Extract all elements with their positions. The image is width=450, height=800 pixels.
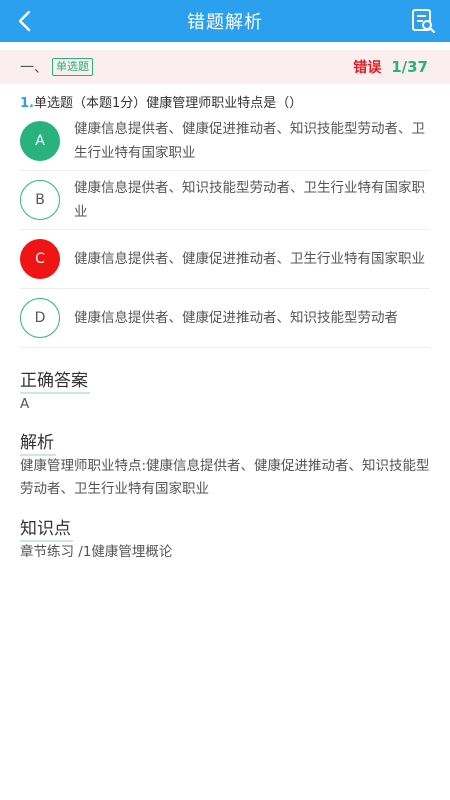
correct-answer-section: 正确答案 A (20, 366, 435, 416)
knowledge-heading: 知识点 (20, 514, 73, 542)
analysis-text: 健康管理师职业特点:健康信息提供者、健康促进推动者、知识技能型劳动者、卫生行业特… (20, 458, 430, 497)
result-status: 错误 (353, 60, 382, 76)
correct-answer-heading: 正确答案 (20, 366, 90, 394)
option-list: A 健康信息提供者、健康促进推动者、知识技能型劳动者、卫生行业特有国家职业 B … (20, 112, 430, 348)
option-c-marker[interactable]: C (20, 239, 60, 279)
answer-sheet-button[interactable] (408, 6, 438, 36)
back-button[interactable] (10, 6, 40, 36)
option-a-text: 健康信息提供者、健康促进推动者、知识技能型劳动者、卫生行业特有国家职业 (74, 121, 425, 161)
analysis-heading: 解析 (20, 428, 56, 456)
option-c[interactable]: C 健康信息提供者、健康促进推动者、卫生行业特有国家职业 (20, 230, 430, 289)
result-group: 错误 1/37 (353, 57, 428, 77)
question-progress: 1/37 (391, 58, 428, 76)
option-b-text: 健康信息提供者、知识技能型劳动者、卫生行业特有国家职业 (74, 180, 425, 220)
chevron-left-icon (18, 10, 31, 32)
knowledge-section: 知识点 章节练习 /1健康管埋概论 (20, 514, 435, 564)
question-text: 单选题（本题1分）健康管理师职业特点是（） (33, 96, 303, 111)
option-a[interactable]: A 健康信息提供者、健康促进推动者、知识技能型劳动者、卫生行业特有国家职业 (20, 112, 430, 171)
section-label: 一、 (20, 60, 48, 76)
question-type-badge: 单选题 (52, 58, 93, 76)
option-d-marker[interactable]: D (20, 298, 60, 338)
answer-sheet-icon (412, 9, 436, 34)
question-stem: 1.单选题（本题1分）健康管理师职业特点是（） (20, 92, 435, 111)
option-d-text: 健康信息提供者、健康促进推动者、知识技能型劳动者 (74, 310, 398, 326)
question-status-bar: 一、 单选题 错误 1/37 (0, 50, 450, 84)
knowledge-text: 章节练习 /1健康管埋概论 (20, 544, 173, 560)
analysis-section: 解析 健康管理师职业特点:健康信息提供者、健康促进推动者、知识技能型劳动者、卫生… (20, 428, 435, 501)
question-number: 1. (20, 96, 34, 111)
top-app-bar: 错题解析 (0, 0, 450, 42)
option-b-marker[interactable]: B (20, 180, 60, 220)
correct-answer-value: A (20, 396, 30, 412)
option-b[interactable]: B 健康信息提供者、知识技能型劳动者、卫生行业特有国家职业 (20, 171, 430, 230)
option-a-marker[interactable]: A (20, 121, 60, 161)
option-c-text: 健康信息提供者、健康促进推动者、卫生行业特有国家职业 (74, 251, 425, 267)
page-title: 错题解析 (187, 12, 263, 33)
option-d[interactable]: D 健康信息提供者、健康促进推动者、知识技能型劳动者 (20, 289, 430, 348)
